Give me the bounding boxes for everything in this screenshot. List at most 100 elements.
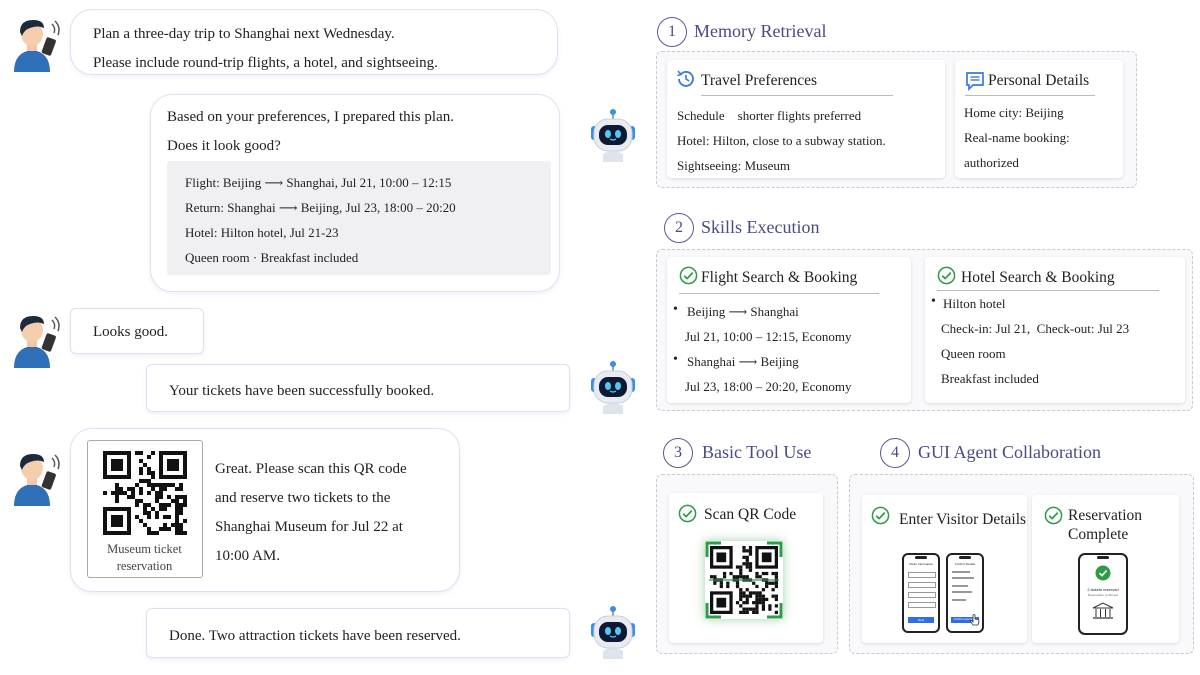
qr-module bbox=[167, 503, 171, 507]
user-message-1: Plan a three-day trip to Shanghai next W… bbox=[70, 9, 558, 75]
hotel-booking-title: Hotel Search & Booking bbox=[961, 269, 1115, 286]
hotel-name: Hilton hotel bbox=[943, 296, 1006, 311]
qr-module bbox=[115, 491, 119, 495]
qr-module bbox=[183, 495, 187, 499]
qr-module bbox=[119, 491, 123, 495]
qr-module bbox=[159, 503, 163, 507]
qr-module bbox=[159, 507, 163, 511]
divider bbox=[679, 293, 879, 294]
qr-module bbox=[143, 523, 147, 527]
pref-sightseeing: Sightseeing: Museum bbox=[677, 158, 791, 173]
qr-caption-line-2: reservation bbox=[116, 559, 173, 573]
qr-module bbox=[147, 479, 151, 483]
personal-home-city: Home city: Beijing bbox=[964, 105, 1064, 120]
qr-module bbox=[183, 531, 187, 535]
phone-text-line bbox=[952, 571, 970, 573]
phone-text-line bbox=[952, 591, 972, 593]
personal-authorized: authorized bbox=[964, 155, 1019, 170]
qr-module bbox=[139, 459, 143, 463]
qr-module bbox=[163, 523, 167, 527]
qr-module bbox=[147, 483, 151, 487]
qr-module bbox=[131, 491, 135, 495]
travel-preferences-title: Travel Preferences bbox=[701, 72, 818, 89]
scan-qr-title: Scan QR Code bbox=[704, 506, 797, 523]
qr-module bbox=[155, 499, 159, 503]
qr-module bbox=[127, 487, 131, 491]
qr-module bbox=[179, 503, 183, 507]
qr-module bbox=[155, 491, 159, 495]
section-number-2: 2 bbox=[664, 213, 694, 243]
check-circle-icon bbox=[871, 506, 890, 525]
qr-module bbox=[159, 487, 163, 491]
gui-agent-title: GUI Agent Collaboration bbox=[918, 442, 1101, 462]
qr-module bbox=[139, 479, 143, 483]
qr-module bbox=[139, 451, 143, 455]
qr-module bbox=[119, 487, 123, 491]
memory-retrieval-panel: Travel Preferences Schedule shorter flig… bbox=[656, 51, 1137, 188]
plan-details-box: Flight: Beijing ⟶ Shanghai, Jul 21, 10:0… bbox=[167, 161, 551, 275]
scan-frame-corners-icon bbox=[705, 541, 783, 619]
bot-message-3-text: Done. Two attraction tickets have been r… bbox=[169, 628, 461, 644]
check-circle-icon bbox=[1044, 506, 1063, 525]
hotel-breakfast: Breakfast included bbox=[941, 371, 1039, 386]
robot-avatar-icon bbox=[591, 606, 635, 659]
phone-field bbox=[908, 582, 936, 588]
qr-module bbox=[159, 483, 163, 487]
qr-module bbox=[147, 527, 151, 531]
reservation-complete-card: Reservation Complete 2 tickets reserved … bbox=[1032, 495, 1179, 643]
visitor-details-card: Enter Visitor Details Visitor Informatio… bbox=[862, 495, 1027, 643]
pref-hotel: Hotel: Hilton, close to a subway station… bbox=[677, 133, 886, 148]
qr-module bbox=[175, 503, 179, 507]
qr-module bbox=[139, 487, 143, 491]
qr-module bbox=[131, 487, 135, 491]
plan-room: Queen room · Breakfast included bbox=[185, 250, 359, 265]
qr-code-icon bbox=[103, 451, 187, 535]
qr-module bbox=[163, 527, 167, 531]
qr-module bbox=[163, 483, 167, 487]
qr-module bbox=[159, 491, 163, 495]
qr-module bbox=[151, 471, 155, 475]
qr-module bbox=[147, 491, 151, 495]
qr-module bbox=[147, 455, 151, 459]
qr-module bbox=[151, 507, 155, 511]
bullet: • bbox=[673, 302, 678, 317]
qr-module bbox=[179, 483, 183, 487]
qr-module bbox=[183, 499, 187, 503]
qr-module bbox=[147, 471, 151, 475]
qr-module bbox=[111, 459, 123, 471]
qr-module bbox=[139, 499, 143, 503]
user-avatar-icon bbox=[14, 20, 60, 72]
divider bbox=[701, 95, 893, 96]
qr-module bbox=[151, 531, 155, 535]
visitor-details-title: Enter Visitor Details bbox=[899, 511, 1027, 528]
bot-message-2: Your tickets have been successfully book… bbox=[146, 364, 570, 412]
qr-module bbox=[155, 495, 159, 499]
plan-hotel: Hotel: Hilton hotel, Jul 21-23 bbox=[185, 225, 339, 240]
qr-module bbox=[175, 499, 179, 503]
qr-module bbox=[179, 511, 183, 515]
qr-module bbox=[159, 527, 163, 531]
phone-header: Visitor Information bbox=[908, 562, 934, 566]
user-message-1-line-1: Plan a three-day trip to Shanghai next W… bbox=[93, 26, 395, 42]
pref-schedule: Schedule shorter flights preferred bbox=[677, 108, 862, 123]
qr-module bbox=[151, 487, 155, 491]
section-number-1: 1 bbox=[657, 17, 687, 47]
qr-module bbox=[147, 511, 151, 515]
flight-booking-title: Flight Search & Booking bbox=[701, 269, 858, 286]
phone-text-line bbox=[952, 577, 974, 579]
qr-module bbox=[163, 507, 167, 511]
museum-icon bbox=[1092, 602, 1114, 619]
user-avatar-icon bbox=[14, 454, 60, 506]
skills-execution-title: Skills Execution bbox=[701, 217, 820, 237]
flight-return-time: Jul 23, 18:00 – 20:20, Economy bbox=[685, 379, 852, 394]
robot-avatar-icon bbox=[591, 109, 635, 162]
qr-module bbox=[175, 487, 179, 491]
qr-module bbox=[115, 483, 119, 487]
qr-module bbox=[175, 519, 179, 523]
bot-message-2-text: Your tickets have been successfully book… bbox=[169, 383, 435, 399]
qr-module bbox=[179, 531, 183, 535]
qr-scanner-frame bbox=[705, 541, 783, 619]
qr-module bbox=[111, 491, 115, 495]
qr-module bbox=[111, 515, 123, 527]
reserved-subtext: Reservation confirmed bbox=[1087, 593, 1118, 597]
